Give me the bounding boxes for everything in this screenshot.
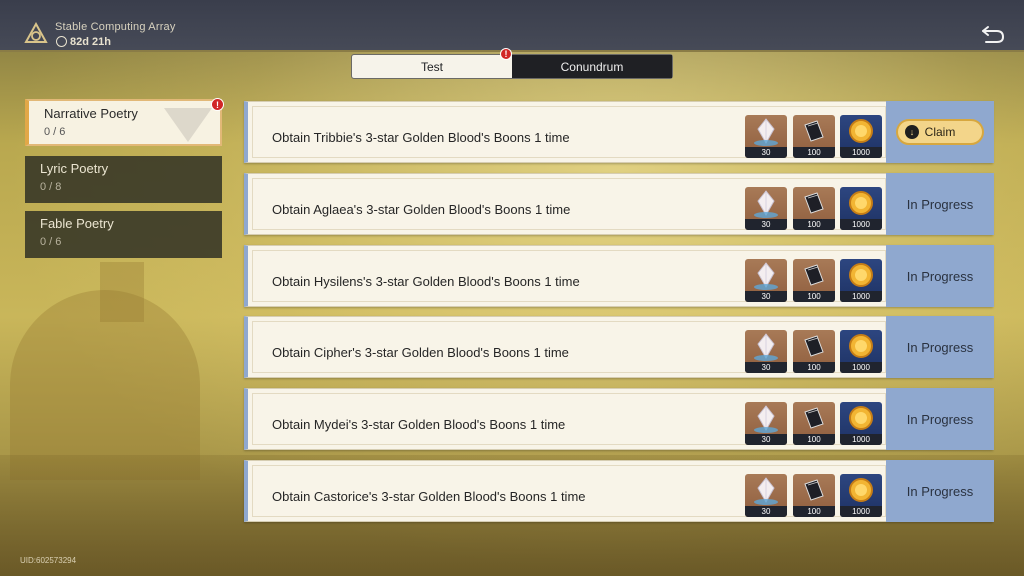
event-timer: 82d 21h (56, 36, 111, 48)
sidebar-item-progress: 0 / 6 (40, 236, 62, 248)
return-icon[interactable] (980, 22, 1006, 46)
quest-row: Obtain Mydei's 3-star Golden Blood's Boo… (244, 388, 994, 450)
sidebar-item-narrative-poetry[interactable]: Narrative Poetry 0 / 6 (25, 99, 222, 146)
quest-card: Obtain Tribbie's 3-star Golden Blood's B… (252, 106, 886, 158)
sidebar-item-label: Fable Poetry (40, 216, 114, 231)
reward-item[interactable]: 100 (793, 402, 835, 445)
reward-count: 1000 (840, 147, 882, 158)
reward-item[interactable]: 30 (745, 187, 787, 230)
reward-count: 30 (745, 291, 787, 302)
quest-row: Obtain Hysilens's 3-star Golden Blood's … (244, 245, 994, 307)
quest-status: In Progress (906, 339, 974, 355)
quest-row: Obtain Cipher's 3-star Golden Blood's Bo… (244, 316, 994, 378)
reward-item[interactable]: 100 (793, 474, 835, 517)
top-bar: Stable Computing Array 82d 21h (0, 0, 1024, 52)
quest-card: Obtain Mydei's 3-star Golden Blood's Boo… (252, 393, 886, 445)
tab-conundrum[interactable]: Conundrum (512, 55, 672, 78)
reward-item[interactable]: 30 (745, 115, 787, 158)
reward-item[interactable]: 1000 (840, 474, 882, 517)
quest-description: Obtain Hysilens's 3-star Golden Blood's … (272, 274, 580, 289)
tab-conundrum-label: Conundrum (560, 59, 624, 74)
sidebar-item-fable-poetry[interactable]: Fable Poetry 0 / 6 (25, 211, 222, 258)
uid-label: UID:602573294 (20, 556, 77, 565)
reward-item[interactable]: 1000 (840, 187, 882, 230)
quest-description: Obtain Aglaea's 3-star Golden Blood's Bo… (272, 202, 571, 217)
triangle-icon (164, 108, 212, 142)
triquetra-icon (24, 22, 48, 43)
tab-alert-badge: ! (500, 48, 512, 60)
quest-card: Obtain Cipher's 3-star Golden Blood's Bo… (252, 321, 886, 373)
reward-count: 1000 (840, 362, 882, 373)
quest-status: In Progress (906, 196, 974, 212)
reward-count: 100 (793, 434, 835, 445)
quest-card: Obtain Hysilens's 3-star Golden Blood's … (252, 250, 886, 302)
tab-bar: Test Conundrum (351, 54, 673, 79)
quest-row: Obtain Tribbie's 3-star Golden Blood's B… (244, 101, 994, 163)
reward-item[interactable]: 100 (793, 259, 835, 302)
quest-row: Obtain Aglaea's 3-star Golden Blood's Bo… (244, 173, 994, 235)
reward-item[interactable]: 30 (745, 402, 787, 445)
quest-status: In Progress (906, 483, 974, 499)
reward-count: 100 (793, 362, 835, 373)
reward-count: 30 (745, 362, 787, 373)
quest-status: In Progress (906, 411, 974, 427)
reward-item[interactable]: 30 (745, 259, 787, 302)
reward-item[interactable]: 100 (793, 115, 835, 158)
status-area: In Progress (886, 173, 994, 235)
reward-item[interactable]: 100 (793, 187, 835, 230)
reward-item[interactable]: 30 (745, 474, 787, 517)
status-area: In Progress (886, 316, 994, 378)
reward-count: 100 (793, 147, 835, 158)
reward-item[interactable]: 1000 (840, 259, 882, 302)
event-title: Stable Computing Array (55, 21, 176, 33)
reward-count: 1000 (840, 291, 882, 302)
background-dome (10, 290, 200, 480)
tab-test[interactable]: Test (352, 55, 512, 78)
reward-count: 1000 (840, 506, 882, 517)
status-area: ↓ Claim (886, 101, 994, 163)
claim-button[interactable]: ↓ Claim (896, 119, 984, 145)
status-area: In Progress (886, 460, 994, 522)
reward-item[interactable]: 1000 (840, 402, 882, 445)
reward-count: 30 (745, 506, 787, 517)
quest-description: Obtain Mydei's 3-star Golden Blood's Boo… (272, 417, 566, 432)
quest-description: Obtain Cipher's 3-star Golden Blood's Bo… (272, 345, 569, 360)
tab-test-label: Test (420, 59, 443, 74)
sidebar-item-lyric-poetry[interactable]: Lyric Poetry 0 / 8 (25, 156, 222, 203)
timer-value: 82d 21h (70, 36, 111, 48)
download-icon: ↓ (905, 125, 919, 139)
reward-item[interactable]: 100 (793, 330, 835, 373)
reward-item[interactable]: 1000 (840, 115, 882, 158)
status-area: In Progress (886, 245, 994, 307)
quest-description: Obtain Castorice's 3-star Golden Blood's… (272, 489, 586, 504)
sidebar-alert-badge: ! (211, 98, 224, 111)
reward-count: 1000 (840, 219, 882, 230)
reward-item[interactable]: 30 (745, 330, 787, 373)
sidebar-item-progress: 0 / 8 (40, 181, 62, 193)
quest-card: Obtain Aglaea's 3-star Golden Blood's Bo… (252, 178, 886, 230)
quest-row: Obtain Castorice's 3-star Golden Blood's… (244, 460, 994, 522)
status-area: In Progress (886, 388, 994, 450)
quest-description: Obtain Tribbie's 3-star Golden Blood's B… (272, 130, 570, 145)
reward-item[interactable]: 1000 (840, 330, 882, 373)
sidebar-item-label: Lyric Poetry (40, 161, 109, 176)
reward-count: 30 (745, 147, 787, 158)
reward-count: 1000 (840, 434, 882, 445)
reward-count: 100 (793, 506, 835, 517)
reward-count: 100 (793, 291, 835, 302)
reward-count: 100 (793, 219, 835, 230)
quest-card: Obtain Castorice's 3-star Golden Blood's… (252, 465, 886, 517)
quest-status: In Progress (906, 268, 974, 284)
claim-label: Claim (924, 125, 956, 139)
reward-count: 30 (745, 434, 787, 445)
reward-count: 30 (745, 219, 787, 230)
clock-icon (56, 36, 67, 47)
